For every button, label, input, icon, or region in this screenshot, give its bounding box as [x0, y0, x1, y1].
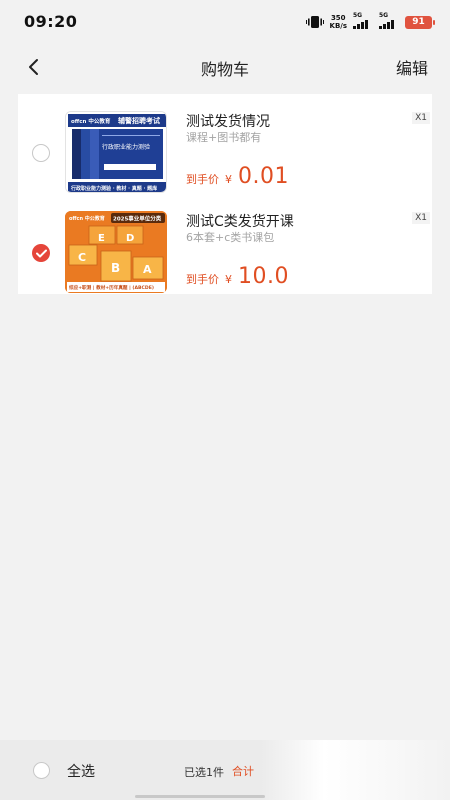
thumb-brand: offcn 中公教育	[71, 117, 111, 125]
letter-c: C	[78, 251, 86, 264]
total-label: 合计	[232, 765, 254, 778]
status-bar: 09:20 350 KB/s 5G 5G 91	[0, 0, 450, 42]
signal-icon: 5G	[379, 12, 399, 29]
thumb-banner: 辅警招聘考试	[118, 116, 160, 125]
net-speed-value: 350	[330, 14, 346, 22]
thumb-brand: offcn 中公教育	[69, 215, 105, 222]
item-select-radio[interactable]	[32, 244, 50, 262]
signal-icon: 5G	[353, 12, 373, 29]
status-time: 09:20	[24, 12, 78, 31]
item-subtitle: 6本套+c类书课包	[186, 231, 275, 244]
home-indicator	[135, 795, 265, 798]
book-cover-image: offcn 中公教育 2025事业单位分类 E D C B A 综应+职测 | …	[65, 211, 167, 293]
signal-5g-label: 5G	[379, 12, 389, 19]
item-subtitle: 课程+图书都有	[186, 131, 262, 144]
item-quantity: X1	[412, 112, 430, 124]
thumb-book-title: 行政职业能力测验	[102, 143, 150, 151]
checkout-bar: 全选 已选1件 合计	[0, 740, 450, 800]
letter-b: B	[111, 261, 120, 275]
item-title[interactable]: 测试发货情况	[186, 111, 270, 131]
status-icons: 350 KB/s 5G 5G 91	[305, 12, 435, 32]
signal-5g-label: 5G	[353, 12, 363, 19]
nav-bar: 购物车 编辑	[0, 42, 450, 92]
price-label: 到手价	[186, 273, 219, 286]
thumb-banner: 2025事业单位分类	[113, 215, 162, 223]
selected-count: 已选1件	[184, 766, 224, 779]
item-price-row: 到手价 ¥ 0.01	[186, 164, 289, 189]
letter-a: A	[143, 263, 152, 276]
battery-icon: 91	[405, 15, 435, 29]
select-all-label[interactable]: 全选	[67, 761, 95, 781]
select-all-radio[interactable]	[33, 762, 50, 779]
currency-symbol: ¥	[225, 273, 232, 286]
item-title[interactable]: 测试C类发货开课	[186, 211, 294, 231]
page-title: 购物车	[200, 60, 249, 79]
price-value: 0.01	[238, 164, 289, 189]
item-quantity: X1	[412, 212, 430, 224]
product-thumbnail[interactable]: offcn 中公教育 辅警招聘考试 行政职业能力测验 行政职业能力测验 · 教材…	[65, 111, 167, 193]
checkmark-icon	[35, 249, 47, 257]
net-speed-unit: KB/s	[329, 22, 347, 30]
price-label: 到手价	[186, 173, 219, 186]
cart-item[interactable]: offcn 中公教育 2025事业单位分类 E D C B A 综应+职测 | …	[18, 194, 432, 294]
net-speed: 350 KB/s	[330, 14, 347, 30]
letter-d: D	[126, 233, 134, 244]
edit-button[interactable]: 编辑	[396, 55, 428, 79]
item-price-row: 到手价 ¥ 10.0	[186, 264, 289, 289]
currency-symbol: ¥	[225, 173, 232, 186]
vibrate-icon	[305, 16, 324, 28]
thumb-footer: 行政职业能力测验 · 教材 · 真题 · 题库	[70, 185, 157, 192]
thumb-footer: 综应+职测 | 教材+历年真题 | (ABCDE)	[69, 284, 154, 291]
book-cover-image: offcn 中公教育 辅警招聘考试 行政职业能力测验 行政职业能力测验 · 教材…	[66, 112, 166, 192]
product-thumbnail[interactable]: offcn 中公教育 2025事业单位分类 E D C B A 综应+职测 | …	[65, 211, 167, 293]
cart-item[interactable]: offcn 中公教育 辅警招聘考试 行政职业能力测验 行政职业能力测验 · 教材…	[18, 94, 432, 194]
item-select-radio[interactable]	[32, 144, 50, 162]
price-value: 10.0	[238, 264, 289, 289]
letter-e: E	[98, 233, 105, 244]
cart-list: offcn 中公教育 辅警招聘考试 行政职业能力测验 行政职业能力测验 · 教材…	[18, 94, 432, 294]
